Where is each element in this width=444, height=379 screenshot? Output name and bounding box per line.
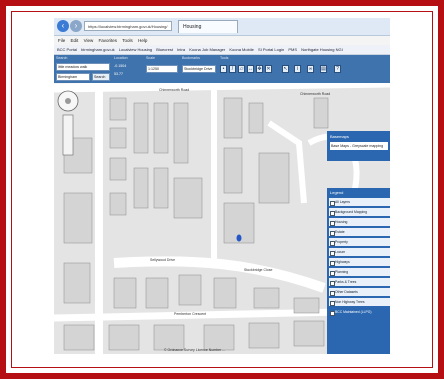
default-tool-icon[interactable]: ↖ [282,65,289,73]
basemaps-select[interactable]: Base Maps - Greyscale mapping [330,142,388,150]
street-label: Sellywood Drive [150,258,175,262]
coordinate-x: -0.1504 [114,64,127,68]
favorite-link[interactable]: BCC Portal [57,47,77,52]
favorite-link[interactable]: Bluecrest [156,47,173,52]
favorite-link[interactable]: PMS [288,47,297,52]
checkbox-icon[interactable] [330,221,335,226]
search-label: Search [56,56,68,60]
checkbox-icon[interactable] [330,261,335,266]
identify-tool-icon[interactable]: i [294,65,301,73]
clear-all-icon[interactable]: ✕ [265,65,272,73]
menu-favorites[interactable]: Favorites [99,38,118,43]
checkbox-icon[interactable] [330,241,335,246]
favorites-bar: BCC Portal birmingham.gov.uk Localview H… [54,45,390,55]
bookmarks-label: Bookmarks [182,56,200,60]
favorite-link[interactable]: SI Portal Login [258,47,284,52]
help-icon[interactable]: ? [334,65,341,73]
link-tool-icon[interactable]: ∞ [307,65,314,73]
menu-tools[interactable]: Tools [122,38,133,43]
legend-item[interactable]: Planning [329,268,390,277]
forward-icon[interactable]: › [70,20,82,32]
coordinate-y: 53.77 [114,72,123,76]
legend-item-selected[interactable]: BCC Maintained (LLPG) [329,308,390,317]
search-button[interactable]: Search [92,73,110,81]
legend-item[interactable]: Locum [329,248,390,257]
browser-tab[interactable]: Housing [178,20,238,33]
street-label: Chinnerworth Road [159,88,189,92]
screenshot-window: ‹ › https://localview.birmingham.gov.uk/… [54,18,390,354]
scale-select[interactable]: 1:1250 [146,65,178,73]
menu-bar: File Edit View Favorites Tools Help [54,36,390,45]
legend-item[interactable]: All Layers [329,198,390,207]
address-bar[interactable]: https://localview.birmingham.gov.uk/Hous… [84,21,172,31]
checkbox-icon[interactable] [330,311,335,316]
basemaps-panel: Basemaps Base Maps - Greyscale mapping [327,131,390,161]
legend-item[interactable]: Housing [329,218,390,227]
checkbox-icon[interactable] [330,231,335,236]
point-tool-icon[interactable]: • [220,65,227,73]
checkbox-icon[interactable] [330,271,335,276]
legend-panel: Legend All Layers Background Mapping Hou… [327,188,390,354]
checkbox-icon[interactable] [330,291,335,296]
bookmark-select[interactable]: Stockbridge Drive [182,65,216,73]
legend-item[interactable]: Property [329,238,390,247]
menu-help[interactable]: Help [138,38,147,43]
legend-item[interactable]: Other Datasets [329,288,390,297]
legend-item[interactable]: Highways [329,258,390,267]
browser-titlebar: ‹ › https://localview.birmingham.gov.uk/… [54,18,390,36]
scale-label: Scale [146,56,155,60]
basemaps-title: Basemaps [330,134,349,139]
tools-label: Tools [220,56,229,60]
legend-item[interactable]: Non Highway Trees [329,298,390,307]
menu-edit[interactable]: Edit [71,38,79,43]
measure-tool-icon[interactable]: ↔ [247,65,254,73]
area-tool-icon[interactable]: ▱ [238,65,245,73]
favorite-link[interactable]: birmingham.gov.uk [81,47,115,52]
pan-tool-icon[interactable]: ✥ [256,65,263,73]
checkbox-icon[interactable] [330,251,335,256]
legend-item[interactable]: Parks & Trees [329,278,390,287]
legend-item[interactable]: Estate [329,228,390,237]
location-label: Location [114,56,128,60]
legend-item[interactable]: Background Mapping [329,208,390,217]
legend-title: Legend [330,190,344,195]
line-tool-icon[interactable]: / [229,65,236,73]
checkbox-icon[interactable] [330,201,335,206]
street-label: Stockbridge Close [244,268,272,272]
checkbox-icon[interactable] [330,211,335,216]
print-icon[interactable]: ▤ [320,65,327,73]
app-toolbar: Search Location Scale Bookmarks Tools li… [54,55,390,83]
street-label: Pemberton Crescent [174,312,206,316]
checkbox-icon[interactable] [330,301,335,306]
street-label: Chinnerworth Road [300,92,330,96]
search-input[interactable]: little meadow walk [56,63,110,71]
favorite-link[interactable]: Localview Housing [119,47,152,52]
favorite-link[interactable]: Northgate Housing NGI [301,47,343,52]
favorite-link[interactable]: Koona Mobile [229,47,253,52]
back-icon[interactable]: ‹ [57,20,69,32]
favorite-link[interactable]: Koona Job Manager [189,47,225,52]
map-footer: © Ordnance Survey Licence Number ... [164,348,225,352]
area-select[interactable]: Birmingham [56,73,90,81]
favorite-link[interactable]: Intra [177,47,185,52]
menu-file[interactable]: File [58,38,65,43]
menu-view[interactable]: View [84,38,94,43]
checkbox-icon[interactable] [330,281,335,286]
